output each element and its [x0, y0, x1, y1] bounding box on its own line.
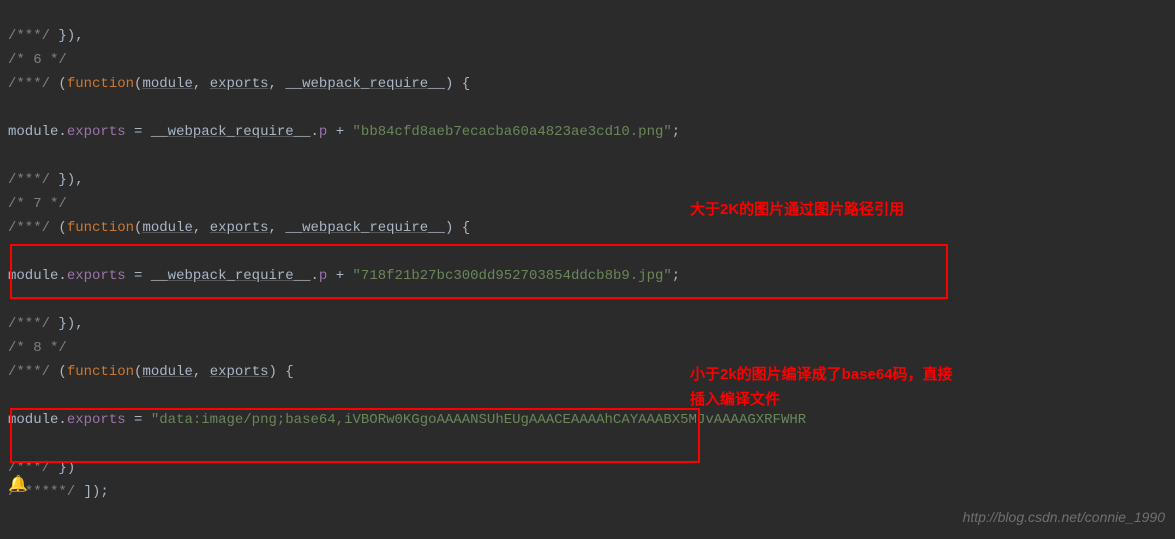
- string-base64-data: "data:image/png;base64,iVBORw0KGgoAAAANS…: [151, 412, 806, 428]
- punct: =: [126, 268, 151, 284]
- punct: ;: [672, 268, 680, 284]
- keyword-function: function: [67, 364, 134, 380]
- punct: =: [126, 124, 151, 140]
- comment-marker: /***/: [8, 364, 50, 380]
- identifier-module: module: [8, 412, 58, 428]
- param-module: module: [142, 220, 192, 236]
- notification-bell-icon[interactable]: 🔔: [8, 473, 28, 497]
- punct: =: [126, 412, 151, 428]
- punct: .: [58, 412, 66, 428]
- comment-block-7: /* 7 */: [8, 196, 67, 212]
- identifier-module: module: [8, 124, 58, 140]
- comment-marker: /***/: [8, 28, 50, 44]
- punct: ) {: [269, 364, 294, 380]
- code-text: }),: [50, 28, 84, 44]
- param-exports: exports: [210, 364, 269, 380]
- punct: .: [311, 268, 319, 284]
- param-module: module: [142, 76, 192, 92]
- code-text: (: [50, 76, 67, 92]
- webpack-require-ref: __webpack_require__: [151, 268, 311, 284]
- punct: ) {: [445, 220, 470, 236]
- punct: ;: [672, 124, 680, 140]
- punct: ) {: [445, 76, 470, 92]
- string-jpg-hash: "718f21b27bc300dd952703854ddcb8b9.jpg": [353, 268, 672, 284]
- punct: .: [58, 124, 66, 140]
- param-webpack-require: __webpack_require__: [285, 76, 445, 92]
- param-exports: exports: [210, 220, 269, 236]
- punct: +: [327, 124, 352, 140]
- identifier-module: module: [8, 268, 58, 284]
- code-text: ]);: [75, 484, 109, 500]
- code-editor[interactable]: /***/ }), /* 6 */ /***/ (function(module…: [0, 0, 1175, 504]
- punct: .: [311, 124, 319, 140]
- comment-marker: /***/: [8, 172, 50, 188]
- keyword-function: function: [67, 76, 134, 92]
- watermark-text: http://blog.csdn.net/connie_1990: [963, 505, 1165, 529]
- punct: ,: [269, 76, 286, 92]
- annotation-large-image: 大于2K的图片通过图片路径引用: [690, 198, 904, 222]
- prop-exports: exports: [67, 412, 126, 428]
- punct: .: [58, 268, 66, 284]
- code-text: }): [50, 460, 75, 476]
- code-text: }),: [50, 172, 84, 188]
- punct: ,: [193, 220, 210, 236]
- param-webpack-require: __webpack_require__: [285, 220, 445, 236]
- comment-marker: /***/: [8, 220, 50, 236]
- param-exports: exports: [210, 76, 269, 92]
- comment-block-6: /* 6 */: [8, 52, 67, 68]
- punct: +: [327, 268, 352, 284]
- comment-marker: /***/: [8, 316, 50, 332]
- code-text: }),: [50, 316, 84, 332]
- punct: ,: [193, 364, 210, 380]
- code-text: (: [50, 364, 67, 380]
- keyword-function: function: [67, 220, 134, 236]
- punct: ,: [193, 76, 210, 92]
- param-module: module: [142, 364, 192, 380]
- webpack-require-ref: __webpack_require__: [151, 124, 311, 140]
- prop-exports: exports: [67, 124, 126, 140]
- punct: ,: [269, 220, 286, 236]
- annotation-small-image-2: 插入编译文件: [690, 388, 780, 412]
- prop-exports: exports: [67, 268, 126, 284]
- comment-block-8: /* 8 */: [8, 340, 67, 356]
- annotation-small-image-1: 小于2k的图片编译成了base64码，直接: [690, 363, 953, 387]
- string-png-hash: "bb84cfd8aeb7ecacba60a4823ae3cd10.png": [353, 124, 672, 140]
- comment-marker: /***/: [8, 76, 50, 92]
- code-text: (: [50, 220, 67, 236]
